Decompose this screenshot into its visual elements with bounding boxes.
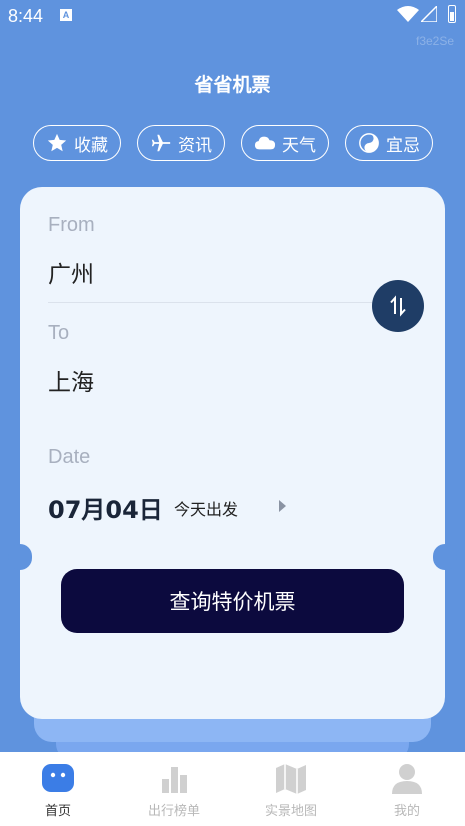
- divider: [48, 302, 378, 303]
- notification-icon: A: [60, 9, 72, 21]
- yin-yang-icon: [359, 133, 379, 153]
- tab-home[interactable]: 首页: [0, 752, 116, 826]
- date-label: Date: [48, 446, 91, 468]
- page-title: 省省机票: [194, 74, 271, 96]
- search-flights-button[interactable]: 查询特价机票: [61, 569, 404, 633]
- almanac-button[interactable]: 宜忌: [345, 125, 433, 161]
- news-label: 资讯: [178, 135, 212, 156]
- tab-rankings-label: 出行榜单: [147, 804, 200, 819]
- home-icon: [42, 764, 74, 792]
- wifi-icon: [397, 6, 419, 22]
- weather-button[interactable]: 天气: [241, 125, 329, 161]
- almanac-label: 宜忌: [386, 135, 420, 156]
- tab-map[interactable]: 实景地图: [233, 752, 349, 826]
- star-icon: [47, 133, 67, 152]
- favorites-button[interactable]: 收藏: [33, 125, 121, 161]
- news-button[interactable]: 资讯: [137, 125, 225, 161]
- battery-icon: [448, 5, 456, 23]
- date-chevron-icon[interactable]: [279, 500, 286, 512]
- status-time: 8:44: [8, 6, 44, 26]
- tab-profile[interactable]: 我的: [349, 752, 465, 826]
- swap-cities-button[interactable]: [372, 280, 424, 332]
- cloud-icon: [254, 136, 276, 150]
- bottom-tab-bar: 首页 出行榜单 实景地图 我的: [0, 752, 465, 826]
- user-icon: [392, 764, 422, 794]
- favorites-label: 收藏: [74, 135, 108, 156]
- airplane-icon: [151, 134, 171, 152]
- weather-label: 天气: [282, 135, 316, 156]
- swap-icon: [390, 295, 406, 317]
- ticket-notch-left: [8, 544, 32, 570]
- departure-date-note: 今天出发: [174, 500, 239, 519]
- from-city[interactable]: 广州: [48, 255, 94, 289]
- tab-map-label: 实景地图: [264, 804, 317, 819]
- watermark: f3e2Se: [416, 34, 455, 48]
- tab-profile-label: 我的: [393, 804, 420, 819]
- status-bar: 8:44 A: [0, 0, 465, 32]
- tab-rankings[interactable]: 出行榜单: [116, 752, 232, 826]
- tab-home-label: 首页: [44, 804, 71, 819]
- departure-date[interactable]: 07月04日: [48, 490, 163, 525]
- ticket-notch-right: [433, 544, 457, 570]
- from-label: From: [48, 214, 95, 236]
- map-icon: [276, 764, 306, 794]
- signal-icon: [421, 6, 437, 22]
- to-city[interactable]: 上海: [48, 363, 94, 397]
- bar-chart-icon: [162, 767, 187, 793]
- to-label: To: [48, 322, 70, 344]
